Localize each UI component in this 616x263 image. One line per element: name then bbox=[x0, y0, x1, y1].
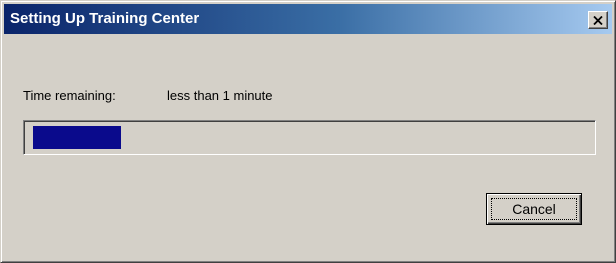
title-bar[interactable]: Setting Up Training Center bbox=[4, 4, 612, 34]
time-remaining-value: less than 1 minute bbox=[167, 88, 273, 103]
cancel-button-label: Cancel bbox=[512, 201, 556, 217]
cancel-button[interactable]: Cancel bbox=[486, 193, 582, 225]
close-button[interactable] bbox=[588, 11, 608, 29]
progress-bar bbox=[23, 120, 596, 155]
time-remaining-label: Time remaining: bbox=[23, 88, 116, 103]
setup-dialog: Setting Up Training Center Time remainin… bbox=[0, 0, 616, 263]
close-icon bbox=[593, 15, 603, 25]
progress-fill bbox=[33, 126, 121, 149]
window-title: Setting Up Training Center bbox=[10, 10, 200, 27]
